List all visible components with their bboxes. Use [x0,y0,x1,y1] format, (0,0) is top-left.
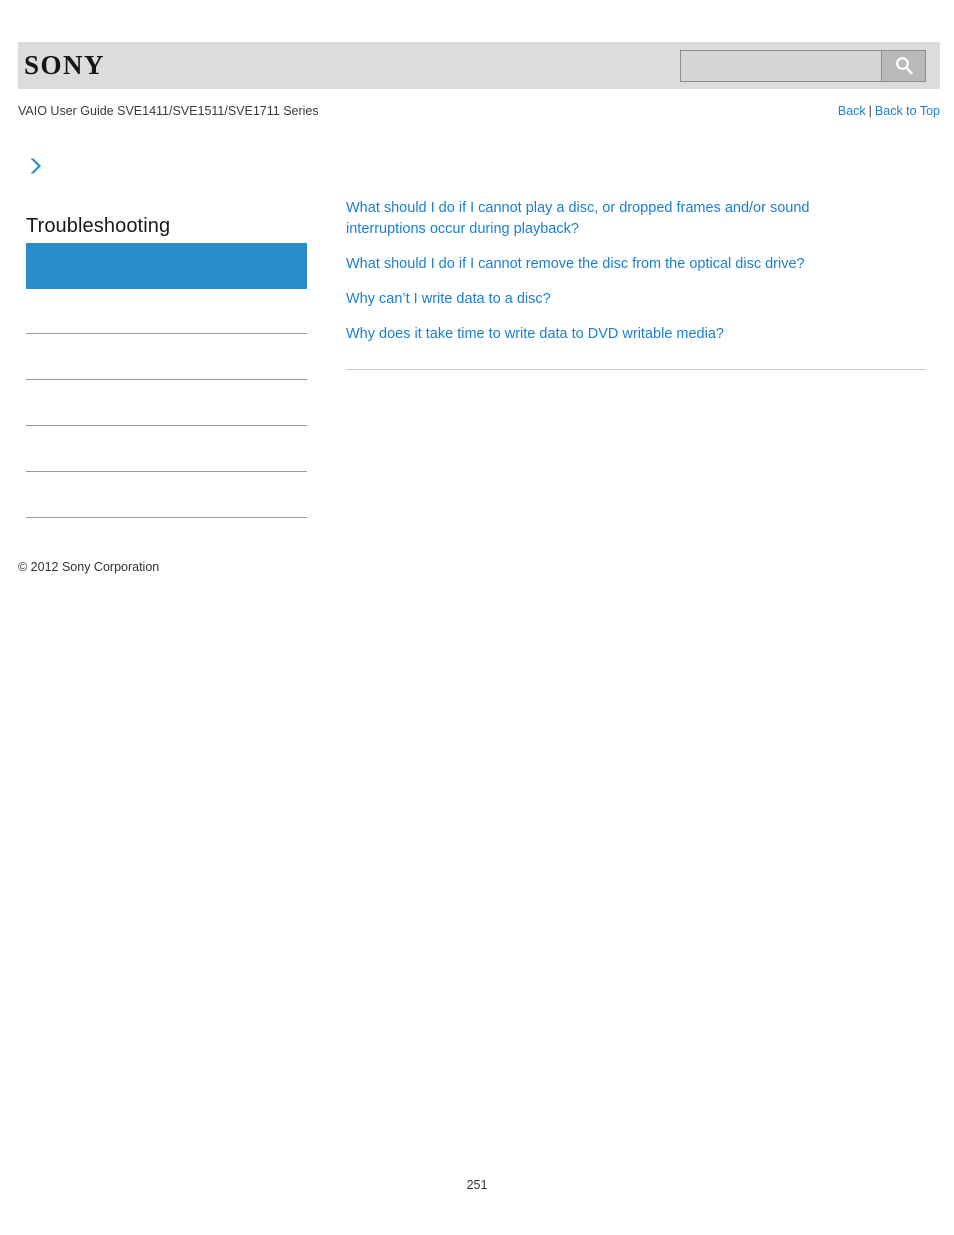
main-content: What should I do if I cannot play a disc… [346,198,926,378]
page-title: Troubleshooting [26,215,171,237]
sidebar-item-blank-4[interactable] [26,426,307,472]
content-link-3[interactable]: Why can’t I write data to a disc? [346,289,886,310]
search-icon [893,55,915,77]
sidebar-item-selected[interactable] [26,243,307,289]
subheader: VAIO User Guide SVE1411/SVE1511/SVE1711 … [18,101,940,121]
sidebar: Troubleshooting [26,155,307,518]
nav-separator: | [868,104,872,118]
content-link-4[interactable]: Why does it take time to write data to D… [346,324,886,345]
page-number: 251 [466,1178,488,1192]
search-widget[interactable] [680,50,926,82]
guide-title: VAIO User Guide SVE1411/SVE1511/SVE1711 … [18,104,319,118]
search-input[interactable] [681,51,881,81]
sony-logo: SONY [24,50,106,80]
content-divider [346,369,926,370]
search-button[interactable] [881,51,925,81]
back-link[interactable]: Back [838,104,866,118]
header-nav-links: Back | Back to Top [838,101,940,121]
sidebar-item-blank-1[interactable] [26,289,307,334]
sidebar-item-blank-3[interactable] [26,380,307,426]
copyright-text: © 2012 Sony Corporation [18,560,160,574]
header-band: SONY [18,42,940,89]
chevron-right-icon[interactable] [26,155,48,177]
sidebar-item-blank-5[interactable] [26,472,307,518]
content-link-2[interactable]: What should I do if I cannot remove the … [346,254,886,275]
content-link-1[interactable]: What should I do if I cannot play a disc… [346,198,886,240]
sidebar-item-blank-2[interactable] [26,334,307,380]
back-to-top-link[interactable]: Back to Top [875,104,940,118]
